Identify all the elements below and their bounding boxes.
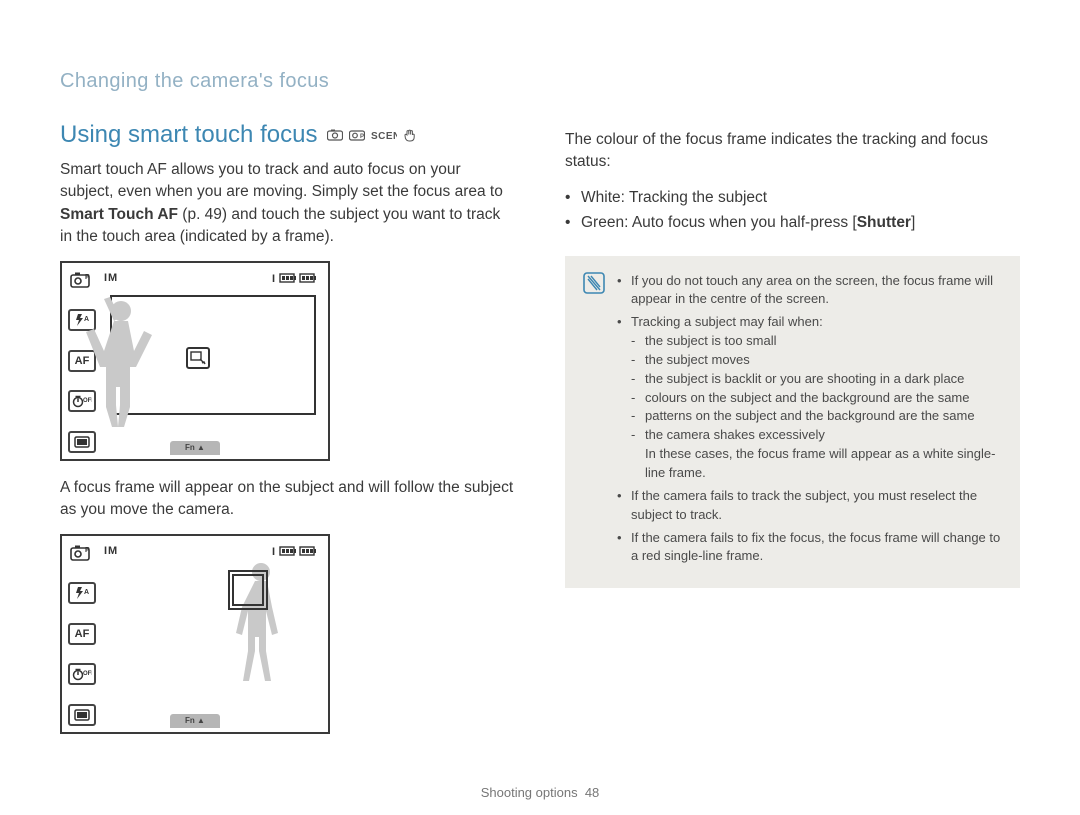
left-column: Using smart touch focus P SCENE Smart to…	[60, 121, 515, 750]
manual-page: Changing the camera's focus Using smart …	[0, 0, 1080, 815]
note-box: If you do not touch any area on the scre…	[565, 256, 1020, 589]
mode-indicator-icon: P	[68, 542, 96, 564]
text-run: ]	[911, 214, 915, 231]
left-button-strip: P A AF OFF	[68, 542, 98, 726]
note-subitem: the subject is backlit or you are shooti…	[631, 370, 1002, 389]
note-item: If the camera fails to track the subject…	[617, 487, 1002, 525]
note-item: If the camera fails to fix the focus, th…	[617, 529, 1002, 567]
note-subitem: the subject moves	[631, 351, 1002, 370]
svg-text:SCENE: SCENE	[371, 131, 397, 141]
footer-page-number: 48	[585, 785, 599, 800]
shots-remaining: I M	[104, 272, 117, 284]
heading-row: Using smart touch focus P SCENE	[60, 121, 515, 149]
page-footer: Shooting options 48	[0, 785, 1080, 800]
focus-frame-double	[228, 570, 268, 610]
display-button	[68, 704, 96, 726]
fn-tab: Fn ▲	[170, 441, 220, 455]
status-list: White: Tracking the subject Green: Auto …	[565, 186, 1020, 236]
viewport	[106, 566, 320, 706]
svg-text:OFF: OFF	[83, 671, 92, 677]
camera-p-mode-icon: P	[349, 129, 365, 141]
note-item: If you do not touch any area on the scre…	[617, 272, 1002, 310]
note-item: Tracking a subject may fail when: the su…	[617, 313, 1002, 483]
text-run: Tracking a subject may fail when:	[631, 314, 823, 329]
viewport	[106, 293, 320, 433]
svg-text:A: A	[84, 589, 89, 596]
camera-screen-illustration-2: P A AF OFF I M I	[60, 534, 330, 734]
af-button: AF	[68, 623, 96, 645]
footer-section: Shooting options	[481, 785, 578, 800]
note-subitem: the camera shakes excessively	[631, 426, 1002, 445]
right-column: The colour of the focus frame indicates …	[565, 121, 1020, 750]
breadcrumb: Changing the camera's focus	[60, 70, 1020, 93]
mid-paragraph: A focus frame will appear on the subject…	[60, 477, 515, 522]
flash-auto-button: A	[68, 582, 96, 604]
section-heading: Using smart touch focus	[60, 121, 317, 149]
hand-mode-icon	[403, 128, 417, 142]
status-item-white: White: Tracking the subject	[565, 186, 1020, 211]
note-subitem: colours on the subject and the backgroun…	[631, 389, 1002, 408]
mode-icons: P SCENE	[327, 128, 417, 142]
bold-term: Smart Touch AF	[60, 206, 178, 223]
display-button	[68, 431, 96, 453]
note-content: If you do not touch any area on the scre…	[617, 272, 1002, 571]
note-subitem: patterns on the subject and the backgrou…	[631, 407, 1002, 426]
note-icon	[583, 272, 605, 571]
shots-remaining: I M	[104, 545, 117, 557]
intro-paragraph: Smart touch AF allows you to track and a…	[60, 159, 515, 249]
svg-text:P: P	[85, 274, 90, 281]
status-intro: The colour of the focus frame indicates …	[565, 129, 1020, 174]
svg-text:I: I	[272, 273, 275, 285]
camera-screen-illustration-1: P A AF OFF I M I	[60, 261, 330, 461]
timer-off-button: OFF	[68, 663, 96, 685]
status-bar: I M I	[104, 269, 320, 287]
fn-tab: Fn ▲	[170, 714, 220, 728]
scene-mode-icon: SCENE	[371, 129, 397, 141]
note-sublist: the subject is too small the subject mov…	[631, 332, 1002, 445]
mode-indicator-icon: P	[68, 269, 96, 291]
text-run: Green: Auto focus when you half-press [	[581, 214, 857, 231]
text-run: Smart touch AF allows you to track and a…	[60, 161, 503, 200]
person-silhouette	[86, 293, 166, 433]
note-trailing-text: In these cases, the focus frame will app…	[631, 445, 1002, 483]
two-column-layout: Using smart touch focus P SCENE Smart to…	[60, 121, 1020, 750]
camera-mode-icon	[327, 129, 343, 141]
battery-icon: I	[272, 271, 320, 285]
touch-target-icon	[186, 347, 210, 369]
svg-text:P: P	[85, 547, 90, 554]
bold-term: Shutter	[857, 214, 911, 231]
note-subitem: the subject is too small	[631, 332, 1002, 351]
status-item-green: Green: Auto focus when you half-press [S…	[565, 211, 1020, 236]
svg-text:P: P	[360, 134, 364, 140]
